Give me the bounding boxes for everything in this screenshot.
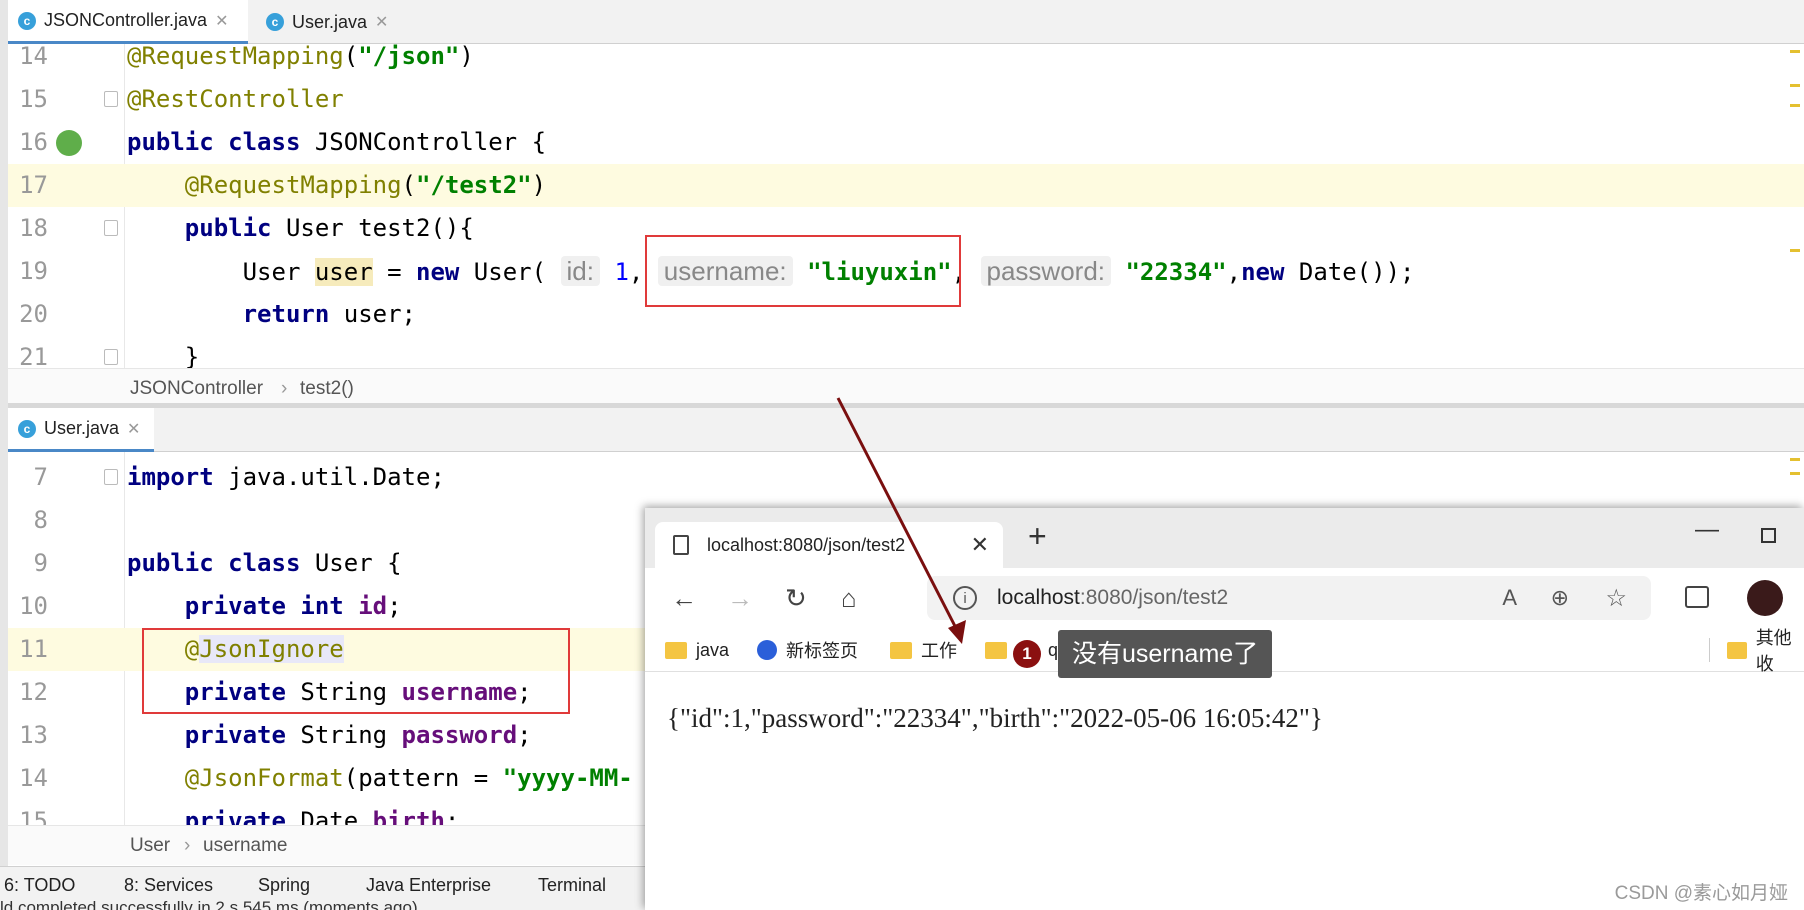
- annotation-arrow: [836, 397, 966, 644]
- annotation-badge: 1: [1013, 640, 1041, 668]
- watermark: CSDN @素心如月娅: [1614, 883, 1788, 904]
- annotation-tooltip: 没有username了: [1058, 630, 1273, 678]
- screenshot-root: c JSONController.java ✕ c User.java ✕ 14…: [0, 0, 1804, 910]
